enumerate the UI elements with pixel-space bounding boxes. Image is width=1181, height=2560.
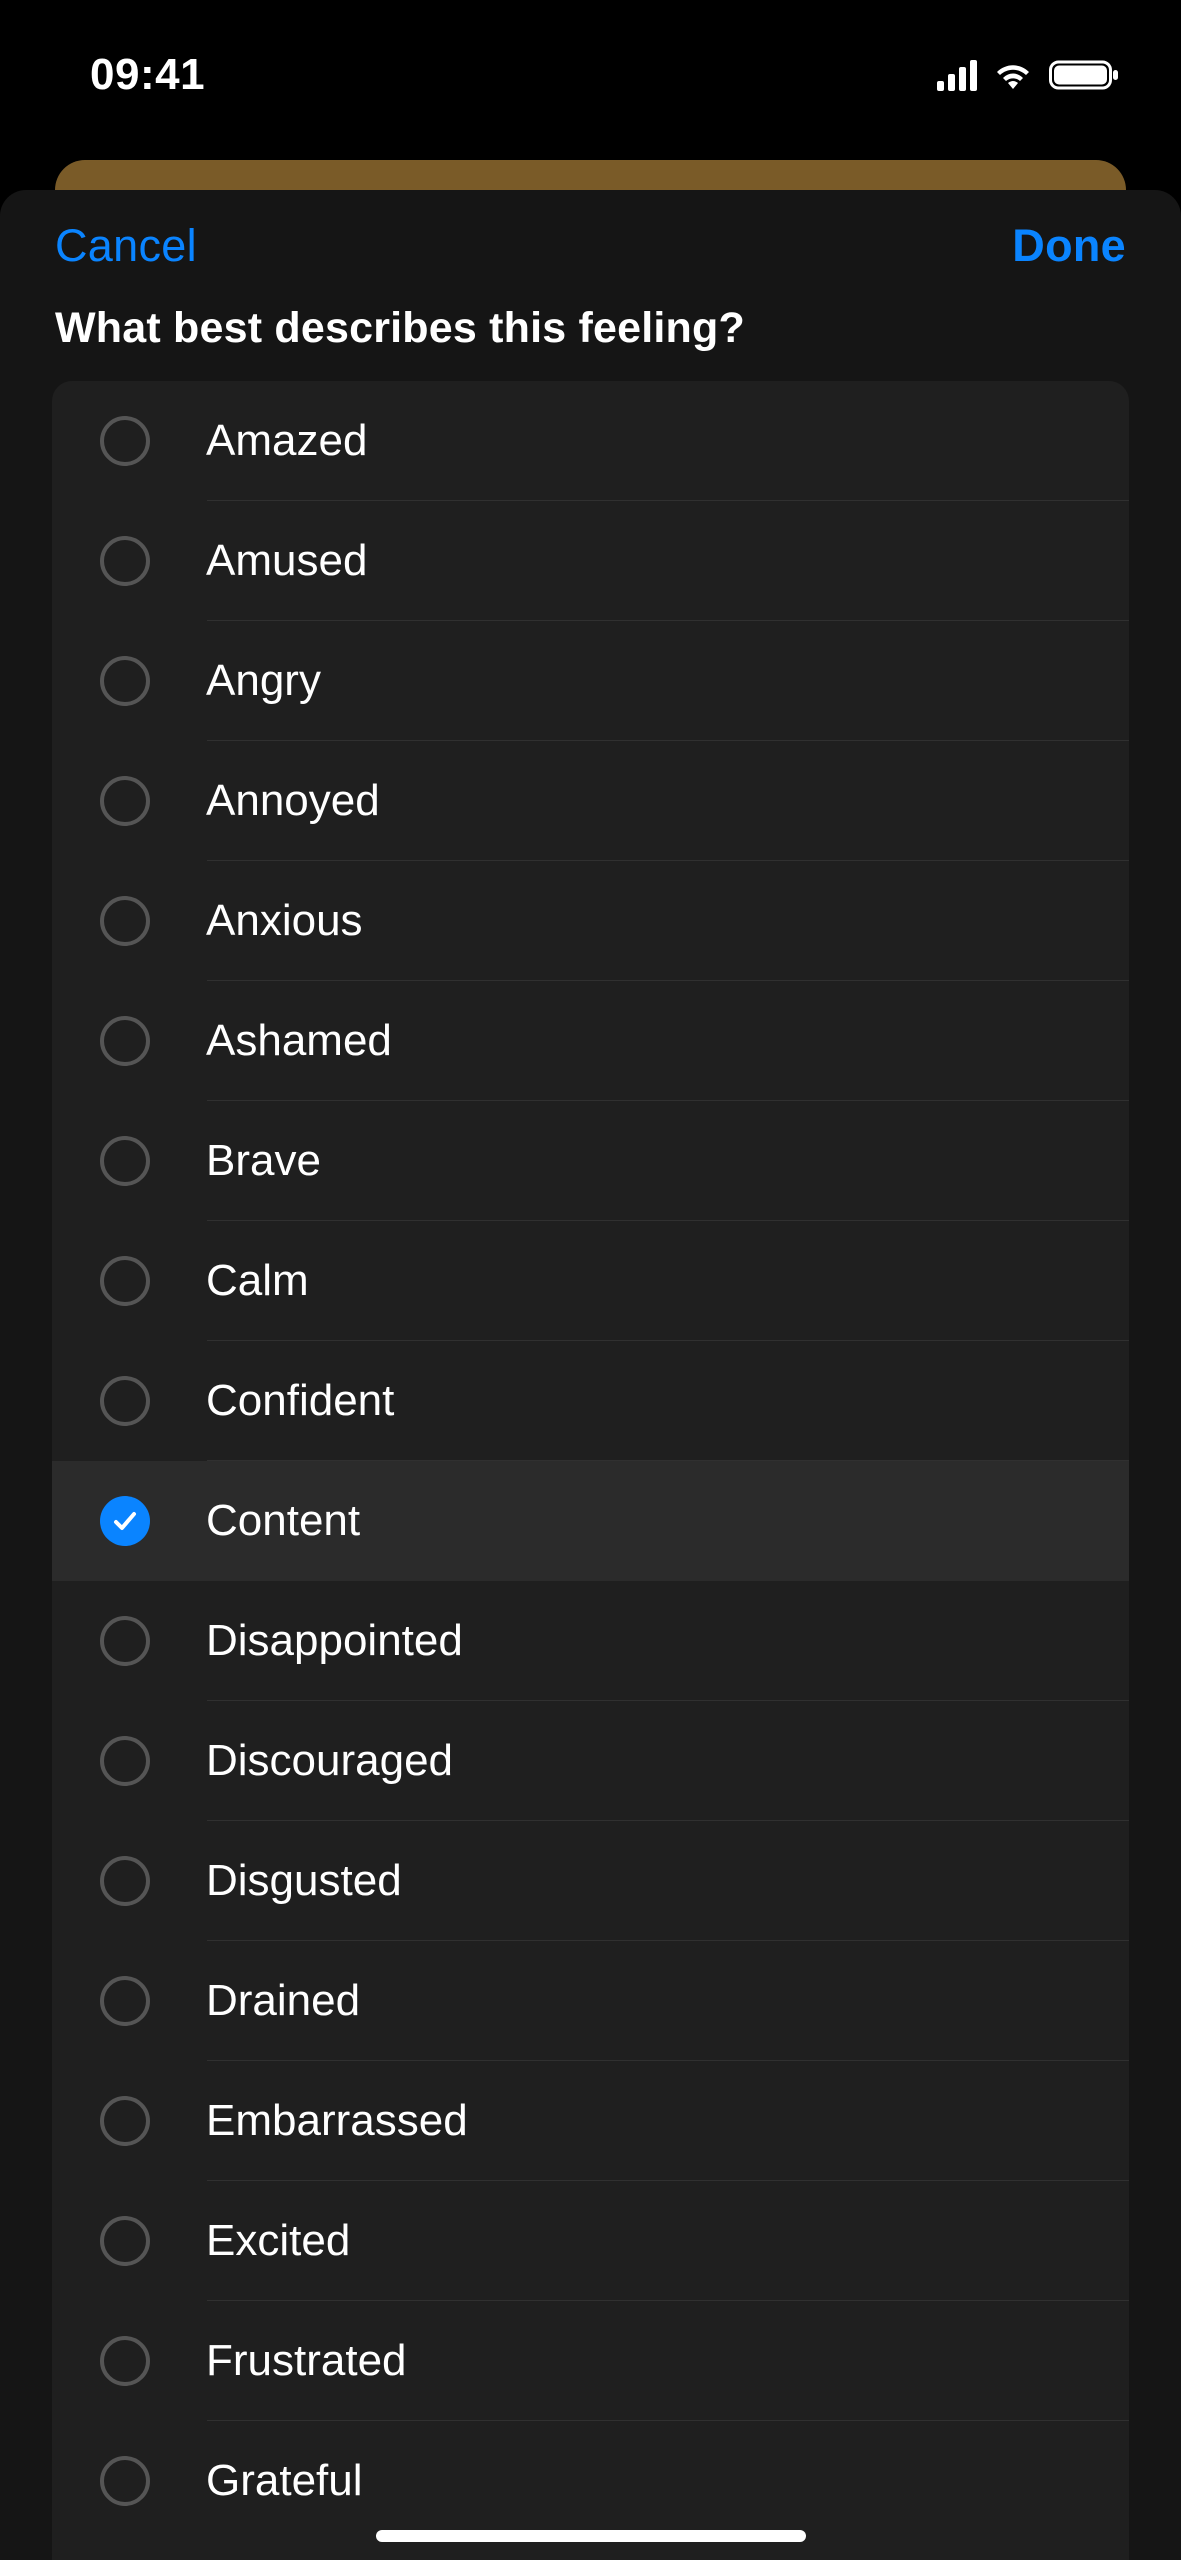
status-right (937, 59, 1121, 91)
radio-unselected-icon (100, 2216, 150, 2266)
feeling-label: Confident (206, 1376, 394, 1426)
modal-sheet: Cancel Done What best describes this fee… (0, 190, 1181, 2560)
feeling-row[interactable]: Confident (52, 1341, 1129, 1461)
feeling-label: Content (206, 1496, 360, 1546)
radio-unselected-icon (100, 1016, 150, 1066)
feeling-label: Amused (206, 536, 367, 586)
feeling-label: Brave (206, 1136, 321, 1186)
feeling-label: Disgusted (206, 1856, 402, 1906)
radio-unselected-icon (100, 1616, 150, 1666)
feeling-label: Grateful (206, 2456, 363, 2506)
feeling-label: Embarrassed (206, 2096, 468, 2146)
cancel-button[interactable]: Cancel (55, 220, 197, 272)
feeling-label: Frustrated (206, 2336, 407, 2386)
cellular-icon (937, 59, 977, 91)
feeling-row[interactable]: Annoyed (52, 741, 1129, 861)
feeling-row[interactable]: Calm (52, 1221, 1129, 1341)
radio-unselected-icon (100, 536, 150, 586)
done-button[interactable]: Done (1012, 220, 1126, 272)
radio-unselected-icon (100, 776, 150, 826)
wifi-icon (991, 59, 1035, 91)
feeling-row[interactable]: Embarrassed (52, 2061, 1129, 2181)
radio-unselected-icon (100, 1976, 150, 2026)
feeling-label: Ashamed (206, 1016, 392, 1066)
feeling-row[interactable]: Drained (52, 1941, 1129, 2061)
feeling-row[interactable]: Amazed (52, 381, 1129, 501)
feeling-row[interactable]: Content (52, 1461, 1129, 1581)
radio-unselected-icon (100, 896, 150, 946)
radio-unselected-icon (100, 656, 150, 706)
feeling-label: Discouraged (206, 1736, 453, 1786)
feeling-label: Angry (206, 656, 321, 706)
feeling-row[interactable]: Anxious (52, 861, 1129, 981)
status-time: 09:41 (90, 50, 205, 100)
modal-title: What best describes this feeling? (0, 284, 1181, 381)
feeling-row[interactable]: Ashamed (52, 981, 1129, 1101)
feeling-row[interactable]: Frustrated (52, 2301, 1129, 2421)
feeling-row[interactable]: Disappointed (52, 1581, 1129, 1701)
battery-icon (1049, 59, 1121, 91)
radio-unselected-icon (100, 1376, 150, 1426)
feeling-row[interactable]: Excited (52, 2181, 1129, 2301)
feeling-label: Calm (206, 1256, 309, 1306)
feelings-list: Amazed Amused Angry Annoyed Anxious Ashamed Br… (52, 381, 1129, 2560)
feeling-row[interactable]: Amused (52, 501, 1129, 621)
feeling-label: Anxious (206, 896, 363, 946)
feeling-label: Drained (206, 1976, 360, 2026)
feeling-label: Annoyed (206, 776, 380, 826)
checkmark-icon (100, 1496, 150, 1546)
feeling-row[interactable]: Disgusted (52, 1821, 1129, 1941)
radio-unselected-icon (100, 2336, 150, 2386)
radio-unselected-icon (100, 1256, 150, 1306)
radio-unselected-icon (100, 2456, 150, 2506)
radio-unselected-icon (100, 2096, 150, 2146)
feeling-label: Excited (206, 2216, 350, 2266)
feeling-row[interactable]: Brave (52, 1101, 1129, 1221)
feeling-label: Amazed (206, 416, 367, 466)
feeling-row[interactable]: Angry (52, 621, 1129, 741)
radio-unselected-icon (100, 1856, 150, 1906)
radio-unselected-icon (100, 1136, 150, 1186)
feeling-label: Disappointed (206, 1616, 463, 1666)
feeling-row[interactable]: Discouraged (52, 1701, 1129, 1821)
radio-unselected-icon (100, 416, 150, 466)
feeling-row[interactable]: Grateful (52, 2421, 1129, 2541)
radio-unselected-icon (100, 1736, 150, 1786)
home-indicator[interactable] (376, 2530, 806, 2542)
status-bar: 09:41 (0, 0, 1181, 150)
